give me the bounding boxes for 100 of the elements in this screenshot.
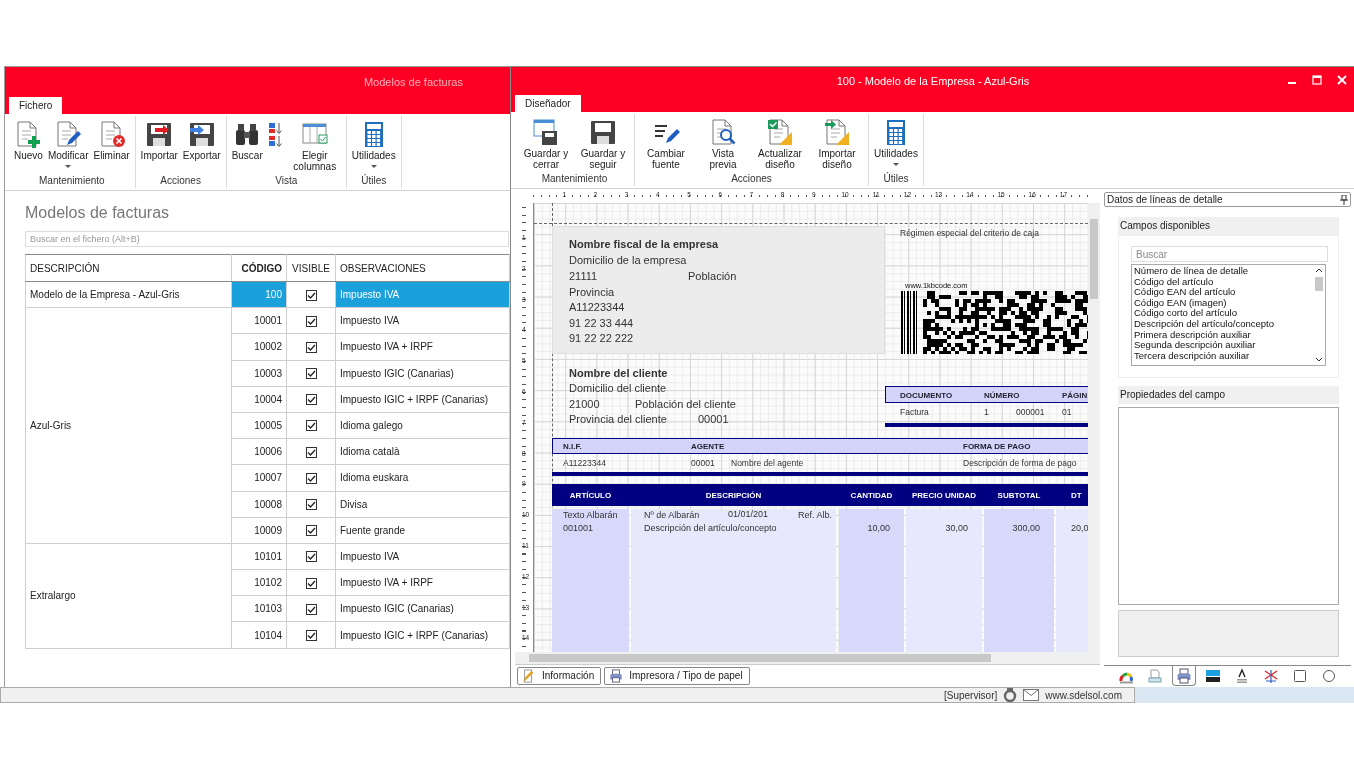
table-cell[interactable]: 10005	[231, 412, 287, 439]
table-cell[interactable]: 10001	[231, 307, 287, 334]
checkbox[interactable]	[305, 551, 317, 563]
column-header[interactable]: CÓDIGO	[231, 254, 287, 282]
column-header: AGENTE	[691, 442, 725, 452]
ribbon-button[interactable]: Vista previa	[695, 118, 751, 170]
table-cell[interactable]: 10101	[231, 543, 287, 570]
maximize-icon[interactable]	[1312, 75, 1322, 85]
list-item[interactable]: Código EAN (imagen)	[1134, 297, 1311, 309]
scrollbar[interactable]	[1088, 203, 1100, 652]
window-title: Modelos de facturas	[363, 75, 463, 88]
table-cell[interactable]: 10002	[231, 333, 287, 361]
field-text: 91 22 33 444	[569, 317, 634, 330]
checkbox[interactable]	[305, 472, 317, 484]
checkbox[interactable]	[305, 525, 317, 537]
table-cell[interactable]: Impuesto IVA	[335, 307, 510, 334]
ribbon-button[interactable]: Exportar	[180, 120, 223, 161]
ribbon-button[interactable]: Nuevo	[12, 120, 45, 161]
checkbox[interactable]	[305, 341, 317, 353]
table-cell[interactable]: 10103	[231, 595, 287, 622]
field-text: 00001	[691, 458, 715, 468]
column-header[interactable]: OBSERVACIONES	[335, 254, 510, 282]
list-item[interactable]: Código del artículo	[1134, 276, 1311, 288]
field-text: 001001	[563, 523, 594, 534]
ribbon-button[interactable]: Importar	[138, 120, 180, 161]
ribbon-button[interactable]: Actualizar diseño	[752, 118, 808, 170]
table-cell[interactable]: Impuesto IVA + IRPF	[335, 569, 510, 596]
list-item[interactable]: Descripción del artículo/concepto	[1134, 318, 1311, 330]
column-header[interactable]: VISIBLE	[286, 254, 336, 282]
field-text: Nombre del agente	[731, 458, 804, 468]
table-cell: Extralargo	[25, 543, 232, 649]
tab[interactable]: Fichero	[9, 97, 63, 114]
field-text: A11223344	[563, 458, 606, 468]
list-item[interactable]: Primera descripción auxiliar	[1134, 329, 1311, 341]
square-icon	[1292, 668, 1308, 684]
checkbox[interactable]	[305, 394, 317, 406]
list-item[interactable]: Código corto del artículo	[1134, 308, 1311, 319]
ribbon-button[interactable]: Modificar	[45, 120, 91, 168]
checkbox[interactable]	[305, 315, 317, 327]
table-cell[interactable]: Impuesto IGIC (Canarias)	[335, 595, 510, 622]
table-cell[interactable]: 10009	[231, 517, 287, 544]
ribbon-button[interactable]: Guardar y seguir	[575, 118, 631, 170]
checkbox[interactable]	[305, 577, 317, 589]
tab[interactable]: Impresora / Tipo de papel	[604, 666, 750, 685]
list-item[interactable]: Número de línea de detalle	[1134, 266, 1311, 277]
group-label: Acciones	[160, 175, 201, 186]
list-item[interactable]: Segunda descripción auxiliar	[1134, 340, 1311, 351]
pin-icon[interactable]	[1340, 194, 1348, 205]
close-icon[interactable]	[1337, 75, 1347, 85]
list-item[interactable]: Código EAN del artículo	[1134, 287, 1311, 298]
page-canvas[interactable]	[533, 203, 1088, 652]
list-item[interactable]: Tercera descripción auxiliar	[1134, 350, 1311, 362]
checkbox[interactable]	[305, 446, 317, 458]
search-field[interactable]: Buscar	[1131, 246, 1328, 262]
table-cell[interactable]: Impuesto IGIC + IRPF (Canarias)	[335, 386, 510, 413]
tab[interactable]: Información	[517, 666, 602, 685]
ribbon-button[interactable]: Elegir columnas	[286, 120, 343, 172]
field-text: Nombre del cliente	[569, 367, 668, 380]
group-label: Mantenimiento	[39, 175, 105, 186]
ribbon-button[interactable]: Guardar y cerrar	[518, 118, 574, 170]
ribbon-button[interactable]: Importar diseño	[809, 118, 865, 170]
table-cell[interactable]: Impuesto IVA	[335, 543, 510, 570]
table-cell[interactable]: 10104	[231, 621, 287, 649]
table-cell[interactable]: Divisa	[335, 491, 510, 518]
column-header[interactable]: DESCRIPCIÓN	[25, 254, 232, 282]
field-list[interactable]	[1131, 264, 1326, 366]
checkbox[interactable]	[305, 289, 317, 301]
column-header: SUBTOTAL	[997, 491, 1041, 501]
website-link[interactable]: www.sdelsol.com	[1045, 689, 1122, 701]
checkbox[interactable]	[305, 603, 317, 615]
table-cell[interactable]: Idioma galego	[335, 412, 510, 439]
table-cell[interactable]: Idioma català	[335, 438, 510, 465]
search-field[interactable]: Buscar en el fichero (Alt+B)	[25, 231, 509, 247]
table-cell[interactable]: 10006	[231, 438, 287, 465]
ribbon-button[interactable]: Buscar	[229, 120, 265, 161]
ribbon-button[interactable]: Utilidades	[349, 120, 398, 168]
scrollbar[interactable]	[515, 652, 1100, 664]
tab[interactable]: Diseñador	[515, 95, 581, 112]
group-title: Campos disponibles	[1120, 220, 1211, 231]
table-cell[interactable]: Fuente grande	[335, 517, 510, 544]
table-cell[interactable]: 10003	[231, 360, 287, 387]
checkbox[interactable]	[305, 420, 317, 432]
caret-icon	[65, 165, 72, 168]
table-cell[interactable]: 10007	[231, 464, 287, 491]
mail-icon[interactable]	[1023, 689, 1040, 701]
ribbon-button[interactable]: Utilidades	[872, 118, 920, 166]
checkbox[interactable]	[305, 499, 317, 510]
table-cell[interactable]: 10008	[231, 491, 287, 518]
checkbox[interactable]	[305, 629, 317, 641]
printer-icon	[1176, 667, 1192, 684]
checkbox[interactable]	[305, 368, 317, 380]
table-cell[interactable]: Impuesto IGIC (Canarias)	[335, 360, 510, 387]
table-cell[interactable]: 10102	[231, 569, 287, 596]
table-cell[interactable]: 10004	[231, 386, 287, 413]
ribbon-button[interactable]: Cambiar fuente	[638, 118, 694, 170]
table-cell[interactable]: Impuesto IGIC + IRPF (Canarias)	[335, 621, 510, 649]
table-cell[interactable]: Impuesto IVA + IRPF	[335, 333, 510, 361]
table-cell[interactable]: Idioma euskara	[335, 464, 510, 491]
column-header: DT	[1071, 491, 1082, 501]
ribbon-button[interactable]: Eliminar	[91, 120, 132, 161]
